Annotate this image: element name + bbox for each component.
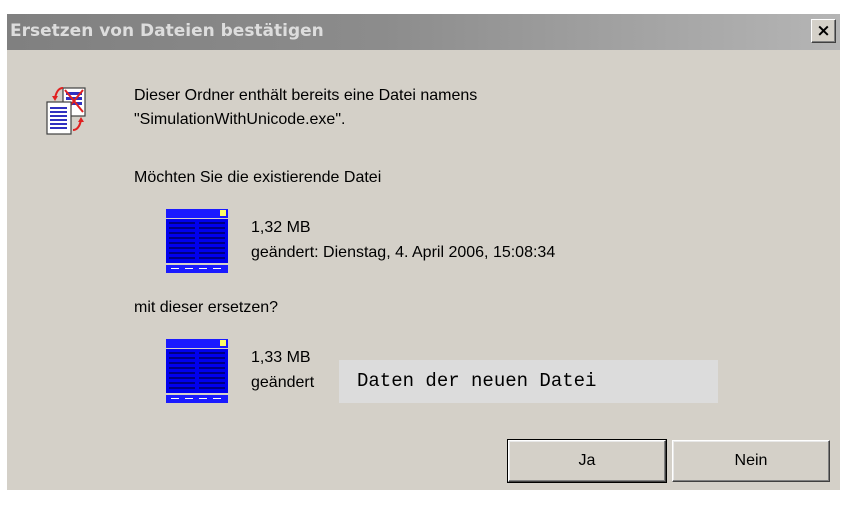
no-button[interactable]: Nein	[672, 440, 830, 482]
existing-file-modified: geändert: Dienstag, 4. April 2006, 15:08…	[251, 244, 556, 261]
title-bar[interactable]: Ersetzen von Dateien bestätigen ×	[7, 14, 840, 50]
new-file-icon	[165, 338, 229, 404]
dialog-title: Ersetzen von Dateien bestätigen	[10, 21, 324, 41]
message-line-1: Dieser Ordner enthält bereits eine Datei…	[134, 87, 478, 104]
question-text: Möchten Sie die existierende Datei	[134, 169, 382, 186]
existing-file-size: 1,32 MB	[251, 219, 311, 236]
replace-file-icon	[46, 87, 86, 135]
message-line-2: "SimulationWithUnicode.exe".	[134, 111, 346, 128]
new-file-tooltip: Daten der neuen Datei	[339, 360, 718, 403]
new-file-modified: geändert	[251, 374, 315, 391]
confirm-replace-dialog: Ersetzen von Dateien bestätigen × Dieser…	[7, 14, 840, 490]
new-file-size: 1,33 MB	[251, 349, 311, 366]
existing-file-icon	[165, 208, 229, 274]
replace-question: mit dieser ersetzen?	[134, 299, 279, 316]
yes-button[interactable]: Ja	[507, 439, 667, 483]
close-icon: ×	[816, 20, 831, 41]
close-button[interactable]: ×	[811, 19, 836, 43]
